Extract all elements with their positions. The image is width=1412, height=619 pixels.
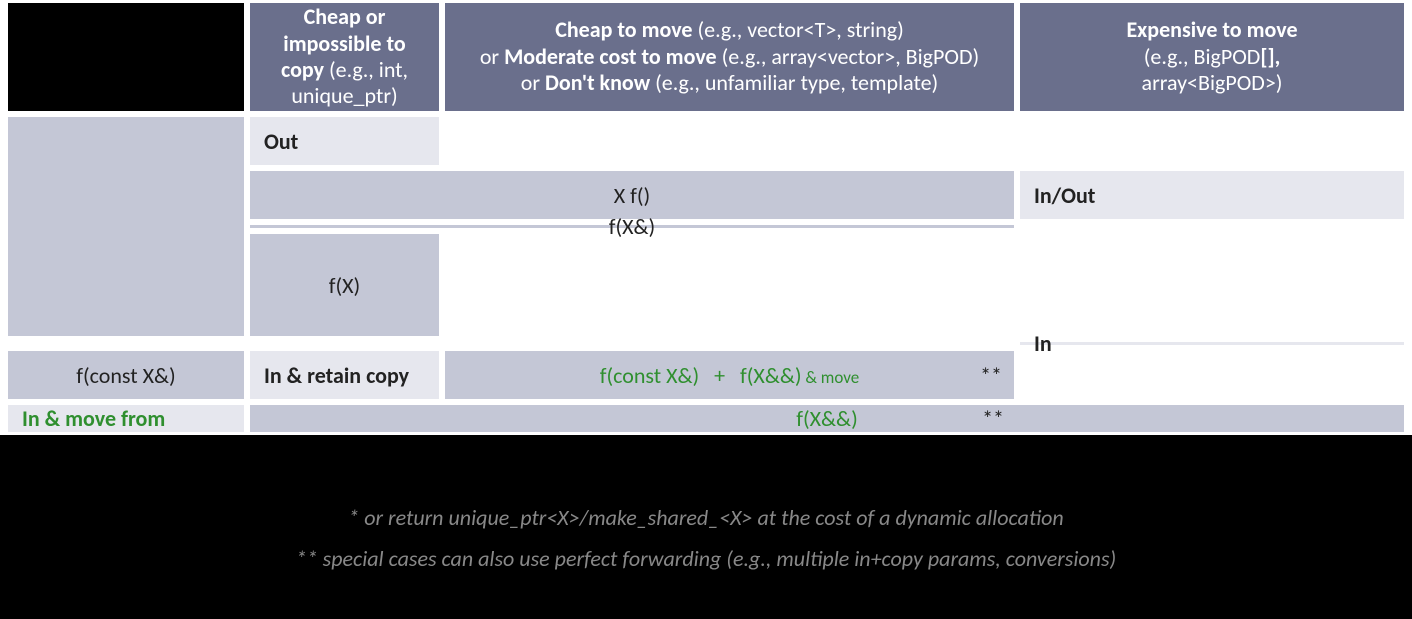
hdr-c2-l3a: or [521, 69, 545, 96]
hdr-c2-l2c: (e.g., array<vector>, BigPOD) [717, 43, 980, 70]
hdr-c3-l2s: [], [1260, 43, 1280, 70]
retain-move: & move [802, 367, 860, 388]
cell-fx: f(X) [250, 234, 439, 336]
movefrom-star: ** [982, 405, 1004, 432]
rowlabel-in-move: In & move from [8, 405, 244, 432]
hdr-c2-l1b: (e.g., vector<T>, string) [693, 16, 904, 43]
hdr-c1-l3b: (e.g., int, [324, 56, 408, 83]
hdr-c2-l2a: or [480, 43, 504, 70]
hdr-c2-l2b: Moderate cost to move [504, 43, 717, 70]
footnotes: * or return unique_ptr<X>/make_shared_<X… [0, 490, 1412, 586]
hdr-c1-l1: Cheap or [304, 3, 386, 30]
cell-retain: f(const X&) + f(X&&) & move ** [445, 351, 1014, 399]
cell-constref: f(const X&) [8, 351, 244, 399]
cell-expensive-span [8, 117, 244, 336]
retain-b: f(X&&) [740, 362, 802, 389]
rowlabel-in: In [1020, 342, 1404, 345]
table-area: Cheap or impossible to copy (e.g., int, … [0, 0, 1412, 435]
rowlabel-inout: In/Out [1020, 171, 1404, 219]
cell-movefrom: f(X&&) ** [250, 405, 1404, 432]
rowlabel-in-retain: In & retain copy [250, 351, 439, 399]
hdr-c3-l1: Expensive to move [1126, 16, 1297, 43]
header-blank [8, 3, 244, 111]
table-grid: Cheap or impossible to copy (e.g., int, … [5, 0, 1407, 435]
hdr-c2-l3b: Don't know [545, 69, 650, 96]
hdr-c3-l3: array<BigPOD>) [1142, 69, 1283, 96]
header-col-cheap-copy: Cheap or impossible to copy (e.g., int, … [250, 3, 439, 111]
cell-out-value: X f() [250, 171, 1014, 219]
hdr-c2-l3c: (e.g., unfamiliar type, template) [650, 69, 938, 96]
footnote-2: ** special cases can also use perfect fo… [0, 545, 1412, 572]
hdr-c2-l1a: Cheap to move [555, 16, 692, 43]
header-col-cheap-move: Cheap to move (e.g., vector<T>, string) … [445, 3, 1014, 111]
diagram-root: Cheap or impossible to copy (e.g., int, … [0, 0, 1412, 619]
retain-a: f(const X&) [600, 362, 699, 389]
header-col-expensive: Expensive to move (e.g., BigPOD[], array… [1020, 3, 1404, 111]
hdr-c1-l3a: copy [281, 56, 324, 83]
hdr-c1-l2: impossible to [283, 30, 405, 57]
footnote-1: * or return unique_ptr<X>/make_shared_<X… [0, 504, 1412, 531]
movefrom-val: f(X&&) [796, 405, 858, 432]
cell-inout-value: f(X&) [250, 225, 1014, 228]
hdr-c1-l4: unique_ptr) [291, 82, 397, 109]
rowlabel-out: Out [250, 117, 439, 165]
retain-plus: + [699, 362, 740, 389]
retain-star: ** [980, 362, 1002, 389]
hdr-c3-l2: (e.g., BigPOD [1144, 43, 1261, 70]
spacer-1 [5, 339, 1017, 348]
